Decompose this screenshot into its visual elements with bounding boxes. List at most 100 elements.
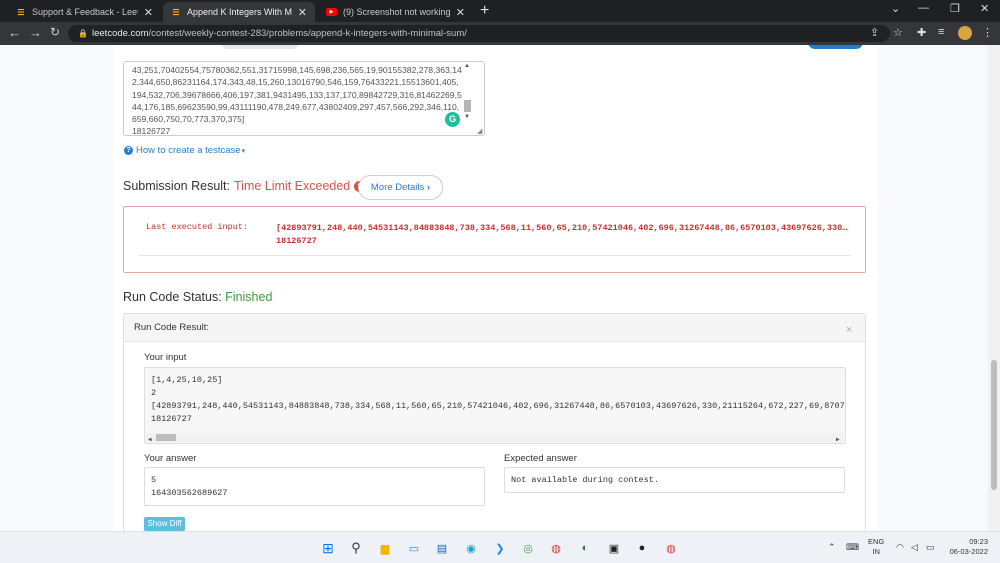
media-control-icon[interactable]: ≡ [938, 26, 944, 38]
close-window-button[interactable]: ✕ [980, 2, 989, 15]
run-code-status: Run Code Status: Finished [123, 290, 272, 304]
testcase-line: 44,176,185,69623590,99,43111190,478,249,… [132, 101, 460, 112]
expected-answer-label: Expected answer [504, 453, 577, 464]
close-icon[interactable]: × [846, 324, 852, 336]
bookmark-star-icon[interactable]: ☆ [893, 26, 903, 39]
reload-icon[interactable]: ↻ [50, 25, 60, 39]
partial-submit-button[interactable] [808, 45, 863, 49]
lang-line-1: ENG [868, 537, 885, 546]
chevron-up-icon[interactable]: ⌃ [828, 542, 836, 553]
more-details-label: More Details [370, 182, 425, 193]
url-host: leetcode.com [92, 28, 149, 39]
keyboard-icon[interactable]: ⌨ [846, 542, 859, 553]
textarea-scrollbar[interactable]: ▲ ▼ [462, 62, 473, 134]
minimize-button[interactable]: — [918, 2, 929, 14]
clock-date: 06-03-2022 [949, 547, 988, 556]
wifi-icon[interactable]: ◠ [896, 542, 904, 553]
chrome-active-icon[interactable]: ◍ [663, 540, 679, 556]
content-column: 43,251,70402554,75780362,551,31715998,14… [113, 45, 878, 531]
windows-taskbar: ⊞ ⚲ ▆ ▭ ▤ ◉ ❯ ◎ ◍ ◐ ▣ ● ◍ ⌃ ⌨ ENG IN ◠ ◁… [0, 531, 1000, 563]
language-indicator[interactable]: ENG IN [868, 537, 884, 557]
file-explorer-icon[interactable]: ▆ [377, 540, 393, 556]
how-to-create-testcase-link[interactable]: ? How to create a testcase ▾ [124, 145, 245, 156]
run-code-status-value: Finished [225, 290, 273, 304]
lock-icon: 🔒 [78, 29, 88, 38]
close-tab-icon[interactable]: ✕ [144, 6, 153, 19]
terminal-icon[interactable]: ▣ [606, 540, 622, 556]
tab-search-icon[interactable]: ⌄ [891, 2, 900, 15]
browser-tab-strip: ☰ Support & Feedback - LeetCode ✕ ☰ Appe… [0, 0, 1000, 22]
panel-title: Run Code Result: [124, 314, 865, 342]
forward-icon[interactable]: → [29, 25, 42, 40]
leetcode-icon: ☰ [17, 7, 25, 17]
profile-avatar[interactable] [958, 26, 972, 40]
battery-icon[interactable]: ▭ [926, 542, 935, 553]
scroll-left-arrow-icon[interactable]: ◀ [148, 433, 152, 443]
obs-icon[interactable]: ● [634, 540, 650, 556]
testcase-line: 18126727 [132, 126, 171, 136]
share-icon[interactable]: ⇪ [870, 26, 879, 39]
more-details-button[interactable]: More Details › [358, 175, 443, 200]
back-icon[interactable]: ← [8, 25, 21, 40]
scroll-thumb[interactable] [156, 434, 176, 441]
windows-start-icon[interactable]: ⊞ [320, 540, 336, 556]
tab-youtube[interactable]: ▶ (9) Screenshot not working in Wi ✕ [318, 2, 473, 22]
address-bar-row: ← → ↻ 🔒 leetcode.com/contest/weekly-conte… [0, 22, 1000, 45]
page-scrollbar[interactable] [988, 45, 1000, 531]
url-path: /contest/weekly-contest-283/problems/app… [148, 28, 467, 39]
store-icon[interactable]: ▤ [434, 540, 450, 556]
horizontal-scrollbar[interactable]: ◀ ▶ [146, 433, 844, 443]
caret-down-icon: ▾ [241, 147, 246, 155]
last-executed-input-box: Last executed input: [42893791,248,440,5… [123, 206, 866, 273]
resize-handle-icon[interactable]: ◢ [477, 127, 482, 135]
close-tab-icon[interactable]: ✕ [456, 6, 465, 19]
clock-time: 09:23 [969, 537, 988, 546]
show-diff-button[interactable]: Show Diff [144, 517, 185, 531]
run-code-result-panel: Run Code Result: × Your input [1,4,25,10… [123, 313, 866, 531]
your-input-box[interactable]: [1,4,25,10,25] 2 [42893791,248,440,54531… [144, 367, 846, 444]
scroll-up-arrow-icon[interactable]: ▲ [464, 63, 470, 69]
tab-title: Support & Feedback - LeetCode [32, 7, 138, 17]
chrome-icon[interactable]: ◍ [548, 540, 564, 556]
youtube-icon: ▶ [326, 8, 337, 16]
last-input-line: 18126727 [276, 236, 317, 246]
page-viewport: 43,251,70402554,75780362,551,31715998,14… [0, 45, 1000, 531]
new-tab-button[interactable]: + [480, 2, 489, 20]
scroll-right-arrow-icon[interactable]: ▶ [836, 433, 840, 443]
volume-icon[interactable]: ◁ [911, 542, 918, 553]
search-icon[interactable]: ⚲ [348, 540, 364, 556]
scroll-thumb[interactable] [464, 100, 471, 112]
partial-top-button[interactable] [221, 45, 299, 49]
last-executed-input-label: Last executed input: [146, 222, 249, 232]
display-icon[interactable]: ▭ [406, 540, 422, 556]
last-input-line: [42893791,248,440,54531143,84883848,738,… [276, 223, 851, 233]
app-green-icon[interactable]: ◎ [520, 540, 536, 556]
whatsapp-icon[interactable]: ◐ [577, 540, 593, 556]
page-scroll-thumb[interactable] [991, 360, 997, 490]
your-input-label: Your input [144, 352, 187, 363]
extensions-icon[interactable]: ✚ [917, 26, 926, 39]
vscode-icon[interactable]: ❯ [492, 540, 508, 556]
answer-line: 164303562689627 [151, 488, 228, 498]
telegram-icon[interactable]: ◉ [463, 540, 479, 556]
input-line: 2 [151, 388, 157, 398]
chevron-right-icon: › [426, 182, 431, 193]
clock[interactable]: 09:23 06-03-2022 [946, 537, 988, 557]
url-input[interactable]: 🔒 leetcode.com/contest/weekly-contest-283… [68, 25, 890, 42]
leetcode-icon: ☰ [172, 7, 180, 17]
grammarly-icon[interactable]: G [445, 112, 460, 127]
scroll-down-arrow-icon[interactable]: ▼ [464, 114, 470, 120]
tab-append-k-integers[interactable]: ☰ Append K Integers With Minimal ✕ [163, 2, 315, 22]
submission-result-label: Submission Result: [123, 179, 230, 193]
close-tab-icon[interactable]: ✕ [298, 6, 307, 19]
menu-icon[interactable]: ⋮ [982, 26, 993, 39]
submission-status: Time Limit Exceeded [234, 179, 351, 193]
testcase-line: 194,532,706,39678666,406,197,381,9431495… [132, 89, 462, 100]
question-circle-icon: ? [124, 146, 133, 155]
submission-result: Submission Result: Time Limit Exceeded ? [123, 179, 366, 193]
your-answer-box: 5 164303562689627 [144, 467, 485, 506]
testcase-textarea[interactable]: 43,251,70402554,75780362,551,31715998,14… [123, 61, 485, 136]
input-line: 18126727 [151, 414, 192, 424]
tab-support-feedback[interactable]: ☰ Support & Feedback - LeetCode ✕ [8, 2, 161, 22]
restore-button[interactable]: ❐ [950, 2, 960, 15]
